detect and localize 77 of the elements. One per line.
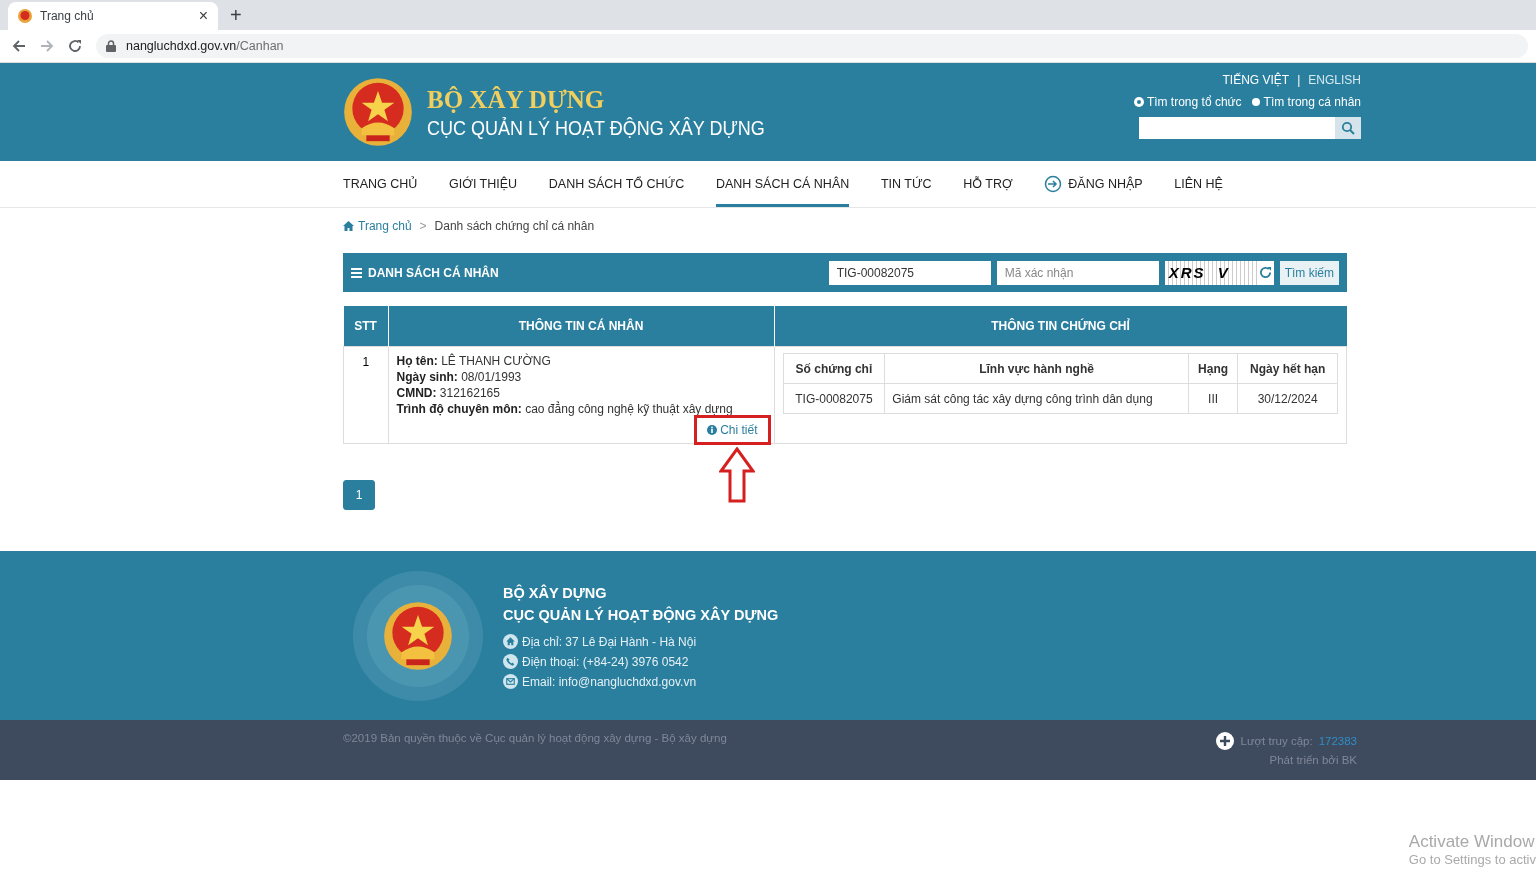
menu-icon — [351, 267, 362, 278]
radio-label: Tìm trong tổ chức — [1146, 95, 1242, 109]
table-cell: TIG-00082075 — [783, 383, 885, 414]
captcha-image: XRS V — [1164, 260, 1257, 285]
emblem-icon — [383, 600, 453, 671]
close-tab-button[interactable]: × — [198, 7, 208, 25]
radio-label: Tìm trong cá nhân — [1263, 95, 1361, 109]
nav-link[interactable]: TIN TỨC — [880, 161, 932, 207]
activation-notice-title: Activate Window — [1408, 832, 1536, 852]
developer-credit: Phát triển bởi BK — [1269, 754, 1357, 766]
activation-notice-text: Go to Settings to activ — [1408, 852, 1536, 867]
panel-title: DANH SÁCH CÁ NHÂN — [368, 265, 499, 280]
browser-tab[interactable]: Trang chủ × — [8, 2, 218, 30]
breadcrumb-separator: > — [419, 219, 427, 233]
info-line: Họ tên: LÊ THANH CƯỜNG — [396, 353, 552, 369]
table-cell: 30/12/2024 — [1237, 383, 1338, 414]
nav-link[interactable]: ĐĂNG NHẬP — [1044, 161, 1143, 207]
up-arrow-annotation — [718, 447, 755, 503]
separator: | — [1297, 73, 1301, 87]
table-cell: III — [1188, 383, 1238, 414]
search-field[interactable]: TIG-00082075 — [828, 260, 991, 285]
site-title: BỘ XÂY DỰNG — [427, 85, 606, 114]
phone-icon — [503, 654, 518, 669]
column-header: Ngày hết hạn — [1237, 353, 1338, 384]
info-line: CMND: 312162165 — [396, 385, 501, 401]
nav-link[interactable]: LIÊN HỆ — [1174, 161, 1223, 207]
radio-button[interactable] — [1251, 98, 1260, 106]
table-cell: 1 — [343, 346, 388, 444]
column-header: THÔNG TIN CÁ NHÂN — [388, 306, 774, 347]
page-button[interactable]: 1 — [343, 480, 375, 510]
visits-count: 172383 — [1318, 735, 1357, 747]
footer-subtitle: CỤC QUẢN LÝ HOẠT ĐỘNG XÂY DỰNG — [503, 605, 779, 625]
site-subtitle: CỤC QUẢN LÝ HOẠT ĐỘNG XÂY DỰNG — [427, 115, 765, 141]
nav-link[interactable]: HỖ TRỢ — [963, 161, 1013, 207]
contact-text: Điện thoại: (+84-24) 3976 0542 — [522, 654, 689, 669]
home-icon — [503, 634, 518, 649]
lock-icon — [106, 40, 116, 52]
search-button[interactable] — [1335, 117, 1361, 139]
column-header: THÔNG TIN CHỨNG CHỈ — [774, 306, 1347, 347]
language-link[interactable]: TIẾNG VIỆT — [1222, 73, 1290, 87]
info-line: Trình độ chuyên môn: cao đẳng công nghệ kỹ thuật xây dựng — [396, 401, 734, 417]
reload-icon[interactable] — [68, 39, 82, 53]
breadcrumb-current: Danh sách chứng chỉ cá nhân — [434, 219, 595, 233]
nav-link[interactable]: GIỚI THIỆU — [448, 161, 518, 207]
language-link[interactable]: ENGLISH — [1308, 73, 1361, 87]
address-bar[interactable]: nangluchdxd.gov.vn/Canhan — [96, 34, 1528, 58]
contact-text: Địa chỉ: 37 Lê Đại Hành - Hà Nội — [522, 634, 697, 649]
plus-icon — [1216, 732, 1235, 750]
nav-link[interactable]: TRANG CHỦ — [343, 161, 418, 207]
search-field[interactable] — [1139, 117, 1335, 139]
column-header: Hạng — [1188, 353, 1238, 384]
search-icon — [1341, 121, 1355, 135]
info-icon — [707, 425, 718, 435]
tab-title: Trang chủ — [40, 9, 95, 23]
new-tab-button[interactable]: + — [230, 3, 242, 27]
visits-label: Lượt truy cập: — [1240, 735, 1313, 747]
nav-link[interactable]: DANH SÁCH CÁ NHÂN — [715, 161, 850, 207]
table-cell: Giám sát công tác xây dựng công trình dân dụng — [884, 383, 1189, 414]
copyright-text: ©2019 Bản quyền thuộc về Cục quản lý hoạt động xây dựng - Bộ xây dựng — [343, 732, 727, 746]
emblem-icon — [18, 9, 32, 23]
radio-button[interactable] — [1134, 98, 1143, 106]
column-header: Số chứng chỉ — [783, 353, 885, 384]
column-header: Lĩnh vực hành nghề — [884, 353, 1189, 384]
contact-text: Email: info@nangluchdxd.gov.vn — [522, 674, 697, 689]
breadcrumb-home-link[interactable]: Trang chủ — [343, 219, 412, 233]
nav-link[interactable]: DANH SÁCH TỔ CHỨC — [548, 161, 685, 207]
info-line: Ngày sinh: 08/01/1993 — [396, 369, 523, 385]
emblem-icon — [343, 77, 413, 147]
search-button[interactable]: Tìm kiếm — [1279, 260, 1339, 285]
captcha-field[interactable]: Mã xác nhận — [996, 260, 1159, 285]
login-icon — [1044, 175, 1063, 193]
envelope-icon — [503, 674, 518, 689]
column-header: STT — [343, 306, 388, 347]
back-icon[interactable] — [12, 39, 26, 53]
detail-link[interactable]: Chi tiết — [707, 422, 758, 438]
footer-title: BỘ XÂY DỰNG — [503, 583, 608, 603]
home-icon — [343, 221, 354, 231]
